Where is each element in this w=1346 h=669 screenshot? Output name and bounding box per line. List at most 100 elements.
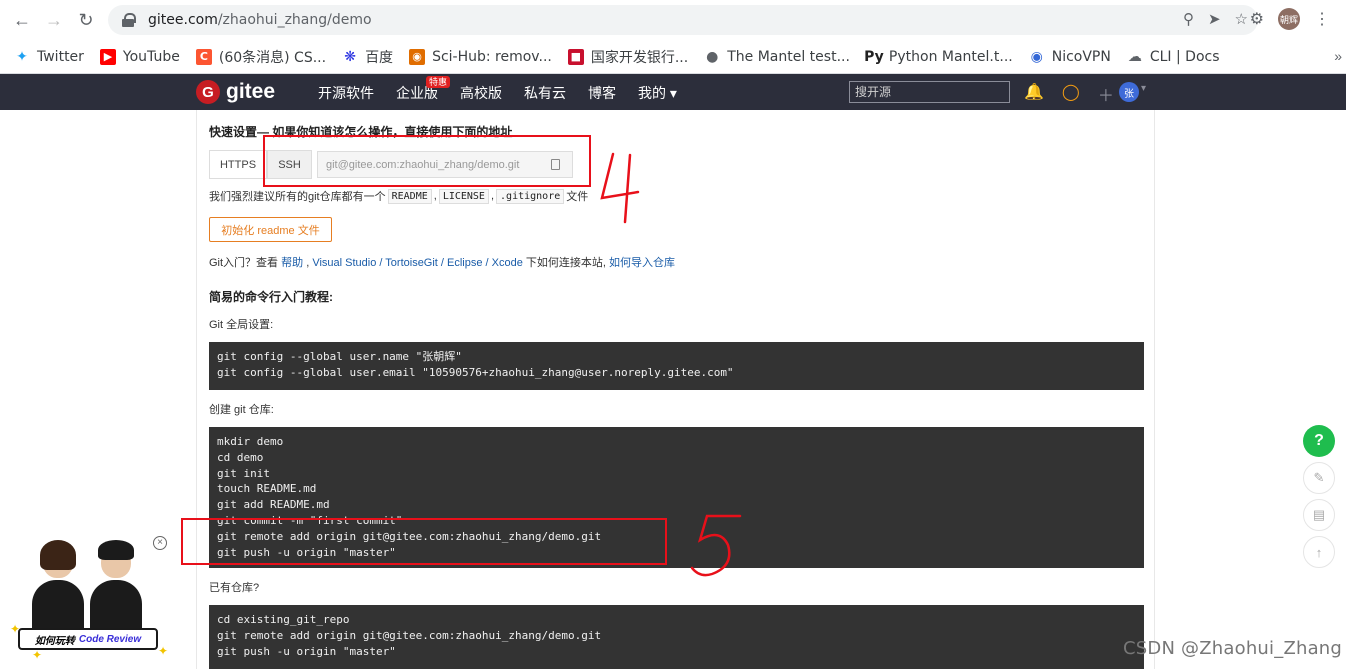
extensions-puzzle-icon[interactable]: ⚙ xyxy=(1250,9,1264,29)
bookmarks-bar: ✦ Twitter ▶ YouTube C (60条消息) CS... ❋ 百度 ◉ Sci-Hu… xyxy=(0,40,1346,74)
code-line: touch README.md xyxy=(217,482,317,496)
presenter-photo-2 xyxy=(88,538,144,628)
code-line: cd existing_git_repo xyxy=(217,613,350,626)
csdn-icon: C xyxy=(195,48,212,65)
import-repo-link[interactable]: 如何导入仓库 xyxy=(609,257,675,269)
url-text[interactable]: gitee.com/zhaohui_zhang/demo xyxy=(148,12,372,28)
https-tab[interactable]: HTTPS xyxy=(209,150,267,179)
chevron-down-icon[interactable]: ▾ xyxy=(1141,83,1146,94)
global-settings-code: git config --global user.name "张朝辉" git c… xyxy=(209,342,1144,390)
bookmark-item[interactable]: ◉ Sci-Hub: remov... xyxy=(409,48,552,65)
nav-enterprise[interactable]: 企业版 特惠 xyxy=(396,76,451,103)
youtube-icon: ▶ xyxy=(99,48,116,65)
bookmark-item[interactable]: ■ 国家开发银行... xyxy=(567,47,689,67)
promo-badge: 特惠 xyxy=(426,76,451,88)
promo-highlight: Code Review xyxy=(78,633,142,645)
bookmark-item[interactable]: ❋ 百度 xyxy=(342,47,393,67)
bell-icon[interactable]: 🔔 xyxy=(1024,82,1044,106)
nav-blog[interactable]: 博客 xyxy=(588,83,616,103)
star-icon[interactable]: ☆ xyxy=(1235,10,1248,28)
code-line: git push -u origin "master" xyxy=(217,644,396,658)
suggest-suffix: 文件 xyxy=(566,191,589,203)
nav-mine[interactable]: 我的 ▾ xyxy=(638,83,677,103)
profile-avatar[interactable]: 朝辉 xyxy=(1278,8,1300,30)
create-repo-label: 创建 git 仓库: xyxy=(209,404,274,416)
bookmark-label: CLI | Docs xyxy=(1149,48,1220,65)
nicovpn-icon: ◉ xyxy=(1030,48,1043,65)
back-arrow-icon[interactable]: ← xyxy=(6,4,38,36)
globe-icon: ● xyxy=(706,48,719,65)
bookmark-item[interactable]: ● The Mantel test... xyxy=(704,49,850,65)
bookmark-item[interactable]: ◉ NicoVPN xyxy=(1029,49,1111,65)
bookmark-label: NicoVPN xyxy=(1051,48,1111,65)
cloud-icon: ☁ xyxy=(1127,48,1142,65)
gitee-search-input[interactable] xyxy=(849,81,1010,103)
gitee-logo[interactable]: G gitee xyxy=(196,80,275,104)
bookmark-item[interactable]: Py Python Mantel.t... xyxy=(864,48,1013,65)
nav-open-source[interactable]: 开源软件 xyxy=(318,83,374,103)
baidu-icon: ❋ xyxy=(344,48,356,65)
cdb-icon: ■ xyxy=(567,48,584,65)
annotation-box-remote-push xyxy=(181,518,667,565)
tools-link[interactable]: Visual Studio / TortoiseGit / Eclipse / … xyxy=(312,257,523,269)
bookmark-item[interactable]: ☁ CLI | Docs xyxy=(1127,49,1220,65)
user-avatar[interactable]: 张 xyxy=(1119,82,1139,102)
promo-title: 如何玩转 xyxy=(34,635,75,647)
sparkle-icon: ✦ xyxy=(32,648,43,662)
repo-main: 快速设置— 如果你知道该怎么操作，直接使用下面的地址 HTTPS SSH git… xyxy=(196,110,1155,669)
promo-banner[interactable]: 如何玩转 Code Review xyxy=(18,628,158,650)
nav-private-cloud[interactable]: 私有云 xyxy=(524,83,566,103)
gitignore-code: .gitignore xyxy=(496,188,565,204)
tutorial-title: 简易的命令行入门教程: xyxy=(209,290,333,304)
plus-icon[interactable]: ＋ xyxy=(1098,82,1114,106)
promo-widget[interactable]: × ✦ ✦ ✦ 如何玩转 Code Review xyxy=(10,534,172,664)
menu-dots-icon[interactable]: ⋮ xyxy=(1314,9,1330,29)
code-line: git add README.md xyxy=(217,498,330,512)
bookmark-item[interactable]: C (60条消息) CS... xyxy=(195,47,327,67)
gitee-nav: 开源软件 企业版 特惠 高校版 私有云 博客 我的 ▾ xyxy=(318,76,699,103)
back-to-top-icon[interactable]: ↑ xyxy=(1303,536,1335,568)
help-button[interactable]: ? xyxy=(1303,425,1335,457)
bookmark-item[interactable]: ✦ Twitter xyxy=(14,49,84,65)
bookmark-label: Sci-Hub: remov... xyxy=(432,48,552,65)
lock-icon xyxy=(122,13,136,27)
bookmark-label: Python Mantel.t... xyxy=(888,48,1013,65)
intro-sep: , xyxy=(306,257,310,269)
twitter-icon: ✦ xyxy=(16,48,28,65)
code-line: git config --global user.name "张朝辉" xyxy=(217,350,462,363)
bookmark-label: 百度 xyxy=(365,49,394,66)
browser-toolbar: ← → ↻ gitee.com/zhaohui_zhang/demo ⚲ ➤ ☆… xyxy=(0,0,1346,40)
file-suggestion: 我们强烈建议所有的git仓库都有一个 README, LICENSE, .git… xyxy=(209,188,589,204)
zoom-icon[interactable]: ⚲ xyxy=(1183,10,1194,28)
annotation-box-ssh-url xyxy=(263,135,591,187)
gitee-logo-icon: G xyxy=(196,80,220,104)
gitee-logo-text: gitee xyxy=(226,80,276,103)
scihub-icon: ◉ xyxy=(409,48,426,65)
license-code: LICENSE xyxy=(438,188,489,204)
bulb-icon[interactable]: ◯ xyxy=(1062,82,1080,106)
global-settings-label: Git 全局设置: xyxy=(209,319,274,331)
edit-icon[interactable]: ✎ xyxy=(1303,462,1335,494)
side-float-buttons: ? ✎ ▤ ↑ xyxy=(1303,425,1335,568)
git-intro: Git入门？查看 帮助 , Visual Studio / TortoiseGi… xyxy=(209,254,675,270)
send-icon[interactable]: ➤ xyxy=(1208,10,1221,28)
url-host: gitee.com xyxy=(148,12,218,28)
bookmark-label: (60条消息) CS... xyxy=(218,49,327,66)
gitee-header: G gitee 开源软件 企业版特惠 高校版 私有云 博客 我的 ▾ 🔔 ◯ ＋… xyxy=(0,74,1346,110)
code-line: git config --global user.email "10590576… xyxy=(217,365,734,379)
bookmark-item[interactable]: ▶ YouTube xyxy=(99,48,180,65)
address-bar[interactable]: gitee.com/zhaohui_zhang/demo ⚲ ➤ ☆ xyxy=(108,5,1258,35)
forward-arrow-icon[interactable]: → xyxy=(38,4,70,36)
reload-icon[interactable]: ↻ xyxy=(70,4,102,36)
comment-icon[interactable]: ▤ xyxy=(1303,499,1335,531)
more-bookmarks-icon[interactable]: » xyxy=(1334,48,1342,64)
bookmark-label: 国家开发银行... xyxy=(590,49,689,66)
bookmark-label: Twitter xyxy=(37,48,84,65)
bookmark-label: YouTube xyxy=(122,48,180,65)
init-readme-button[interactable]: 初始化 readme 文件 xyxy=(209,217,332,242)
sparkle-icon: ✦ xyxy=(158,644,169,658)
readme-code: README xyxy=(387,188,432,204)
nav-education[interactable]: 高校版 xyxy=(460,83,502,103)
close-icon[interactable]: × xyxy=(153,536,167,550)
help-link[interactable]: 帮助 xyxy=(281,257,303,269)
